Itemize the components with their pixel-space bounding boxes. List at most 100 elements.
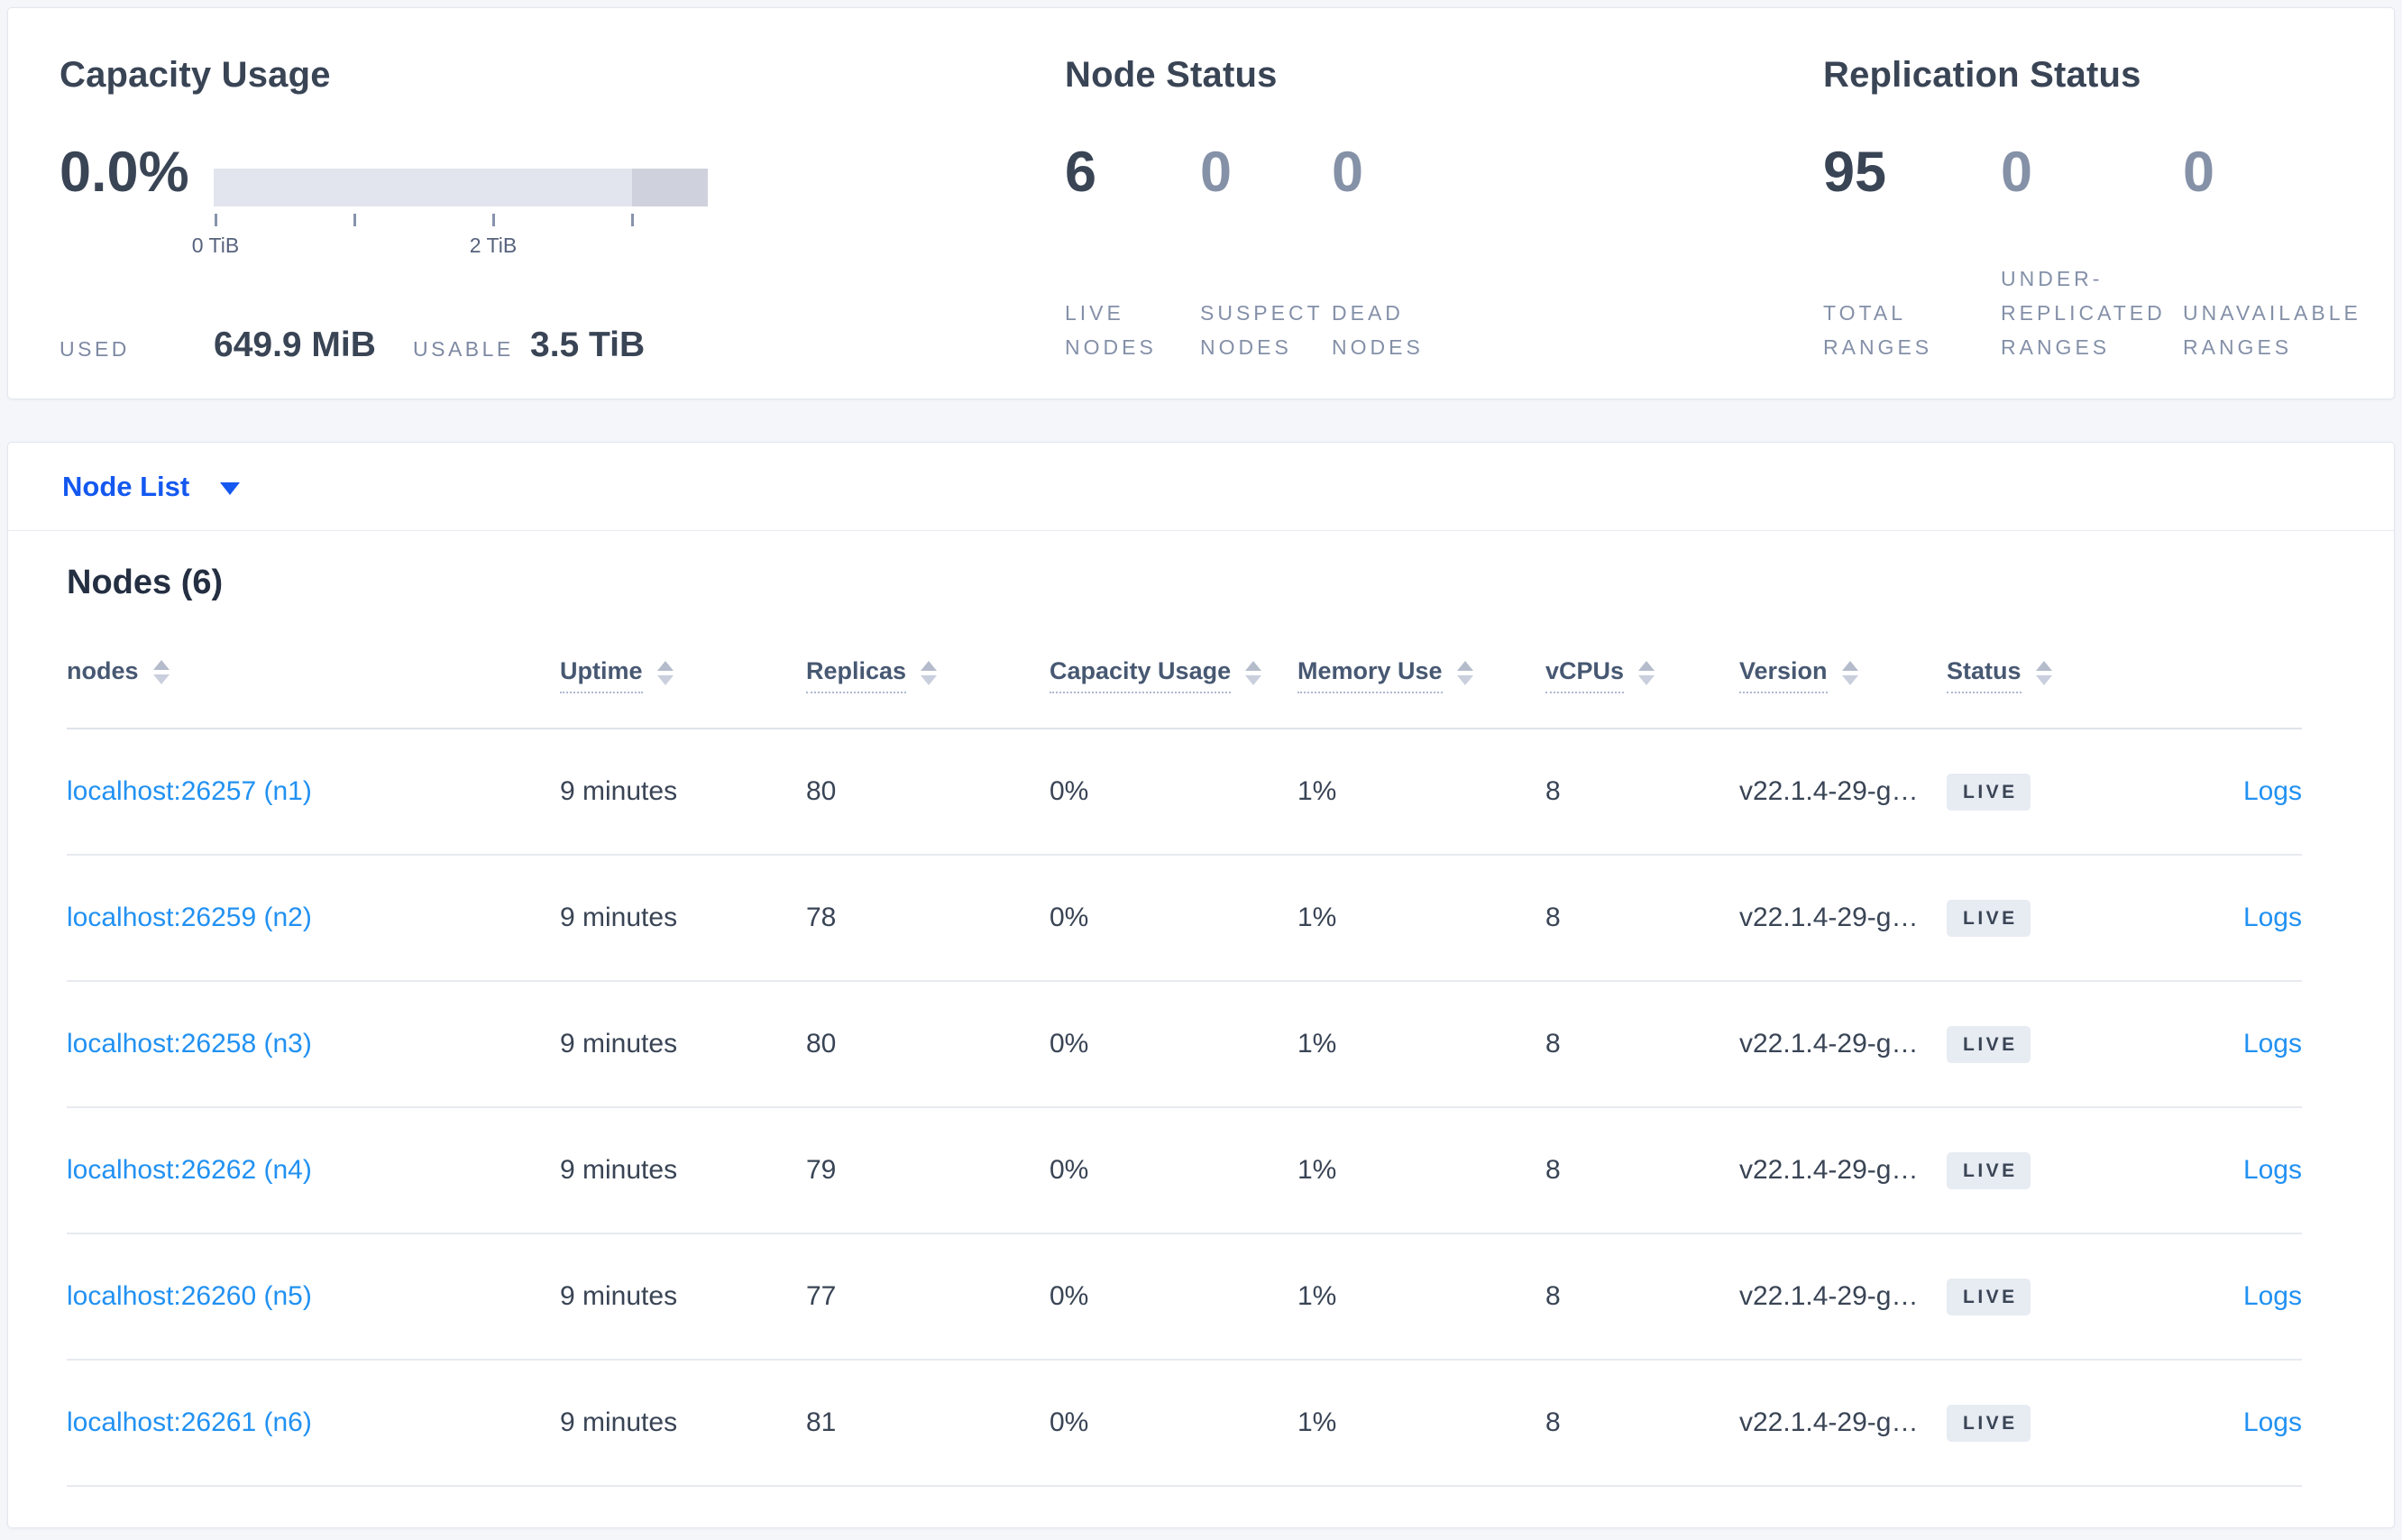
under-replicated-ranges-value: 0 <box>2001 141 2033 204</box>
logs-link[interactable]: Logs <box>2243 1029 2302 1059</box>
column-header-replicas[interactable]: Replicas <box>806 657 1050 693</box>
dead-nodes-label: DEAD NODES <box>1332 301 1424 359</box>
version-cell: v22.1.4-29-g… <box>1739 1029 1919 1059</box>
status-badge: LIVE <box>1947 773 2031 811</box>
nodes-heading: Nodes (6) <box>67 564 224 601</box>
total-ranges-label: TOTAL RANGES <box>1823 301 1933 359</box>
version-cell: v22.1.4-29-g… <box>1739 903 1919 932</box>
version-cell: v22.1.4-29-g… <box>1739 1155 1919 1185</box>
capacity-bar-reserved-segment <box>632 169 708 206</box>
table-row: localhost:26262 (n4) 9 minutes 79 0% 1% … <box>67 1108 2302 1234</box>
replicas-cell: 80 <box>806 1029 837 1059</box>
sort-icon <box>1638 660 1655 685</box>
suspect-nodes-metric: 0 SUSPECT NODES <box>1200 143 1332 364</box>
tick-2 <box>492 214 495 226</box>
usable-value: 3.5 TiB <box>530 325 646 364</box>
logs-link[interactable]: Logs <box>2243 1407 2302 1437</box>
replicas-cell: 78 <box>806 903 837 932</box>
column-header-uptime[interactable]: Uptime <box>560 657 806 693</box>
logs-link[interactable]: Logs <box>2243 1155 2302 1185</box>
live-nodes-metric: 6 LIVE NODES <box>1065 143 1200 364</box>
capacity-bar-labels: 0 TiB 2 TiB <box>192 234 708 259</box>
node-list-dropdown-label: Node List <box>62 470 190 502</box>
table-row: localhost:26257 (n1) 9 minutes 80 0% 1% … <box>67 729 2302 856</box>
capacity-usage-section: Capacity Usage 0.0% 0 TiB 2 TiB USED 649… <box>52 8 1044 399</box>
column-header-capacity-usage[interactable]: Capacity Usage <box>1050 657 1297 693</box>
table-row: localhost:26259 (n2) 9 minutes 78 0% 1% … <box>67 856 2302 982</box>
node-link[interactable]: localhost:26260 (n5) <box>67 1281 312 1311</box>
status-badge: LIVE <box>1947 1025 2031 1063</box>
replicas-cell: 79 <box>806 1155 837 1185</box>
nodes-section: Nodes (6) nodes Uptime Replicas Capacity… <box>8 531 2394 1487</box>
total-ranges-metric: 95 TOTAL RANGES <box>1823 143 2001 364</box>
capacity-cell: 0% <box>1050 903 1089 932</box>
live-nodes-value: 6 <box>1065 141 1097 204</box>
nodes-table-header: nodes Uptime Replicas Capacity Usage Mem… <box>67 652 2302 729</box>
memory-cell: 1% <box>1297 1281 1337 1311</box>
vcpus-cell: 8 <box>1545 1155 1561 1185</box>
uptime-cell: 9 minutes <box>560 776 678 806</box>
uptime-cell: 9 minutes <box>560 1281 678 1311</box>
node-link[interactable]: localhost:26262 (n4) <box>67 1155 312 1185</box>
column-header-nodes[interactable]: nodes <box>67 657 560 692</box>
vcpus-cell: 8 <box>1545 903 1561 932</box>
uptime-cell: 9 minutes <box>560 1407 678 1437</box>
replication-status-title: Replication Status <box>1823 55 2141 95</box>
capacity-used-percent: 0.0% <box>60 141 189 204</box>
vcpus-cell: 8 <box>1545 776 1561 806</box>
node-link[interactable]: localhost:26258 (n3) <box>67 1029 312 1059</box>
usable-label: USABLE <box>413 337 514 361</box>
overview-page: Capacity Usage 0.0% 0 TiB 2 TiB USED 649… <box>0 0 2402 1540</box>
capacity-cell: 0% <box>1050 1281 1089 1311</box>
memory-cell: 1% <box>1297 1155 1337 1185</box>
version-cell: v22.1.4-29-g… <box>1739 776 1919 806</box>
tick-label-0tib: 0 TiB <box>191 234 240 257</box>
dead-nodes-value: 0 <box>1332 141 1364 204</box>
vcpus-cell: 8 <box>1545 1029 1561 1059</box>
sort-icon <box>1245 660 1262 685</box>
vcpus-cell: 8 <box>1545 1407 1561 1437</box>
under-replicated-ranges-label: UNDER-REPLICATED RANGES <box>2001 267 2166 359</box>
node-link[interactable]: localhost:26259 (n2) <box>67 903 312 932</box>
column-header-memory-use[interactable]: Memory Use <box>1297 657 1545 693</box>
tick-label-2tib: 2 TiB <box>469 234 518 257</box>
suspect-nodes-label: SUSPECT NODES <box>1200 301 1324 359</box>
sort-icon <box>152 659 170 684</box>
status-badge: LIVE <box>1947 899 2031 937</box>
vcpus-cell: 8 <box>1545 1281 1561 1311</box>
live-nodes-label: LIVE NODES <box>1065 301 1157 359</box>
tick-1 <box>353 214 356 226</box>
sort-icon <box>1456 660 1473 685</box>
logs-link[interactable]: Logs <box>2243 903 2302 932</box>
logs-link[interactable]: Logs <box>2243 776 2302 806</box>
tick-3 <box>631 214 634 226</box>
capacity-cell: 0% <box>1050 1029 1089 1059</box>
unavailable-ranges-metric: 0 UNAVAILABLE RANGES <box>2183 143 2390 364</box>
table-row: localhost:26260 (n5) 9 minutes 77 0% 1% … <box>67 1234 2302 1361</box>
memory-cell: 1% <box>1297 903 1337 932</box>
sort-icon <box>1841 660 1858 685</box>
replication-status-section: Replication Status 95 TOTAL RANGES 0 UND… <box>1816 8 2393 399</box>
column-header-status[interactable]: Status <box>1947 657 2127 693</box>
uptime-cell: 9 minutes <box>560 1029 678 1059</box>
version-cell: v22.1.4-29-g… <box>1739 1281 1919 1311</box>
node-link[interactable]: localhost:26261 (n6) <box>67 1407 312 1437</box>
replicas-cell: 77 <box>806 1281 837 1311</box>
memory-cell: 1% <box>1297 776 1337 806</box>
column-header-version[interactable]: Version <box>1739 657 1947 693</box>
replicas-cell: 80 <box>806 776 837 806</box>
replicas-cell: 81 <box>806 1407 837 1437</box>
used-value: 649.9 MiB <box>214 325 376 364</box>
column-header-vcpus[interactable]: vCPUs <box>1545 657 1739 693</box>
logs-link[interactable]: Logs <box>2243 1281 2302 1311</box>
table-row: localhost:26261 (n6) 9 minutes 81 0% 1% … <box>67 1361 2302 1487</box>
node-status-metrics: 6 LIVE NODES 0 SUSPECT NODES 0 DEAD NODE… <box>1065 143 1512 364</box>
node-link[interactable]: localhost:26257 (n1) <box>67 776 312 806</box>
sort-icon <box>656 660 674 685</box>
capacity-bar-track <box>214 169 708 206</box>
under-replicated-ranges-metric: 0 UNDER-REPLICATED RANGES <box>2001 143 2183 364</box>
capacity-usage-title: Capacity Usage <box>60 55 331 95</box>
uptime-cell: 9 minutes <box>560 1155 678 1185</box>
node-list-dropdown[interactable]: Node List <box>62 470 241 503</box>
table-row: localhost:26258 (n3) 9 minutes 80 0% 1% … <box>67 982 2302 1108</box>
